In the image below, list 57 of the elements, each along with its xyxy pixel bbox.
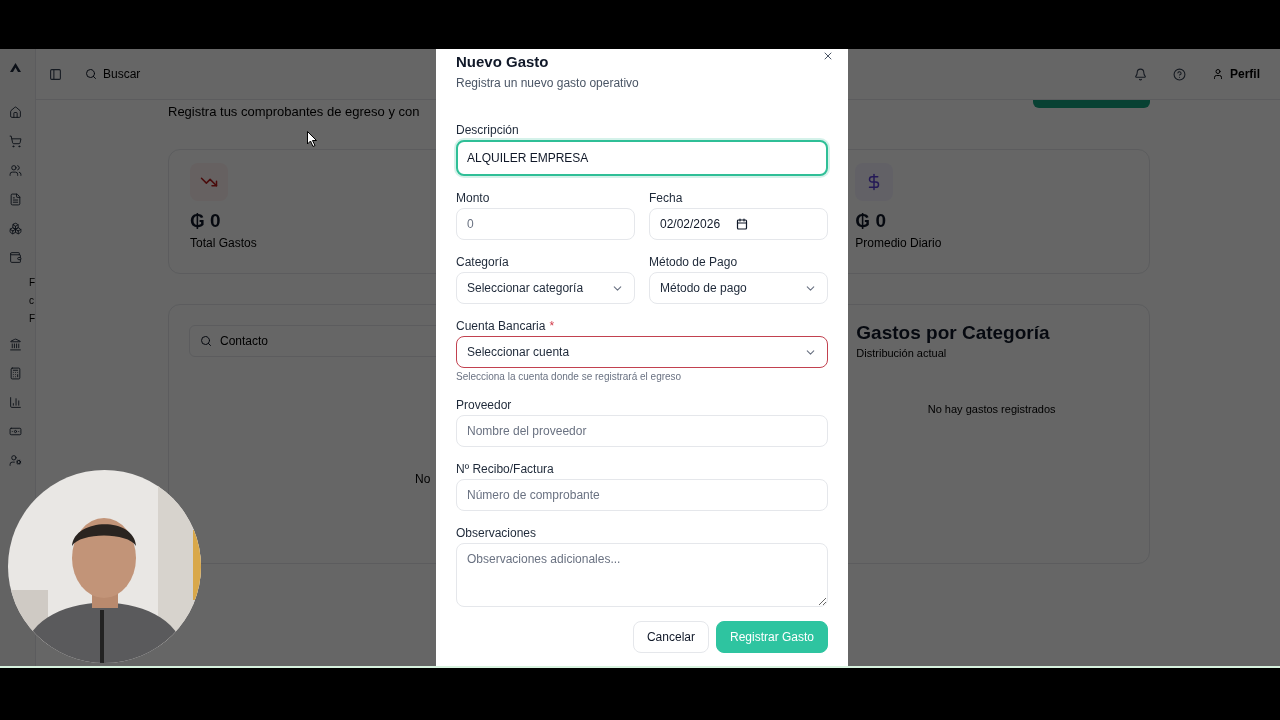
category-subtitle: Distribución actual [856, 346, 948, 361]
page-subtitle: Registra tus comprobantes de egreso y con [168, 103, 420, 121]
user-icon [1212, 68, 1224, 80]
dialog-subtitle: Registra un nuevo gasto operativo [456, 75, 640, 91]
search-field[interactable]: Buscar [79, 60, 147, 88]
cursor-icon [307, 131, 317, 147]
bar-chart-icon[interactable] [9, 396, 22, 409]
sidebar-label[interactable]: F [29, 274, 36, 292]
users-icon[interactable] [9, 164, 22, 177]
banknote-icon[interactable] [9, 425, 22, 438]
stat-value: ₲ 0 [190, 209, 222, 233]
field-hint: Selecciona la cuenta donde se registrará el egreso [456, 371, 683, 383]
document-icon[interactable] [9, 193, 22, 206]
bell-icon[interactable] [1134, 67, 1147, 81]
wallet-icon[interactable] [9, 251, 22, 264]
home-icon[interactable] [9, 106, 22, 119]
text-field[interactable]: ALQUILER EMPRESA [456, 140, 828, 176]
cancel-button[interactable]: Cancelar [632, 621, 709, 653]
bank-icon[interactable] [9, 338, 22, 351]
close-icon[interactable] [822, 50, 834, 62]
help-icon[interactable] [1173, 67, 1186, 81]
logo-icon [10, 62, 21, 72]
select-field[interactable]: Método de pago [649, 272, 828, 304]
stat-label: Promedio Diario [855, 235, 943, 252]
stat-value: ₲ 0 [855, 209, 887, 233]
search-icon [85, 68, 97, 80]
date-field[interactable]: 02/02/2026 [649, 208, 828, 240]
submit-button[interactable]: Registrar Gasto [715, 621, 828, 653]
text-field[interactable]: Número de comprobante [456, 479, 828, 511]
field-label: Observaciones [456, 525, 537, 541]
category-title: Gastos por Categoría [856, 321, 1051, 345]
field-label: Categoría [456, 254, 509, 270]
sidebar-toggle-icon[interactable] [49, 67, 62, 81]
sidebar-label[interactable]: c [29, 292, 34, 310]
empty-message: No [415, 471, 431, 488]
sidebar-label[interactable]: F [29, 310, 36, 328]
cart-icon[interactable] [9, 135, 22, 148]
field-label: Método de Pago [649, 254, 738, 270]
calculator-icon[interactable] [9, 367, 22, 380]
select-field[interactable]: Seleccionar categoría [456, 272, 635, 304]
profile-button[interactable]: Perfil [1212, 65, 1260, 83]
field-label: Descripción [456, 122, 519, 138]
field-label: Nº Recibo/Factura [456, 461, 554, 477]
field-label: Fecha [649, 190, 683, 206]
select-field[interactable]: Seleccionar cuenta [456, 336, 828, 368]
dialog-title: Nuevo Gasto [456, 52, 550, 72]
calendar-icon[interactable] [736, 218, 749, 230]
empty-message: No hay gastos registrados [927, 402, 1056, 417]
text-field[interactable]: 0 [456, 208, 635, 240]
text-field[interactable]: Nombre del proveedor [456, 415, 828, 447]
user-settings-icon[interactable] [9, 454, 22, 467]
stat-label: Total Gastos [190, 235, 258, 252]
field-label: Proveedor [456, 397, 512, 413]
field-label: Monto [456, 190, 490, 206]
search-icon [200, 335, 212, 347]
boxes-icon[interactable] [9, 222, 22, 235]
textarea-field[interactable]: Observaciones adicionales... [456, 543, 828, 607]
